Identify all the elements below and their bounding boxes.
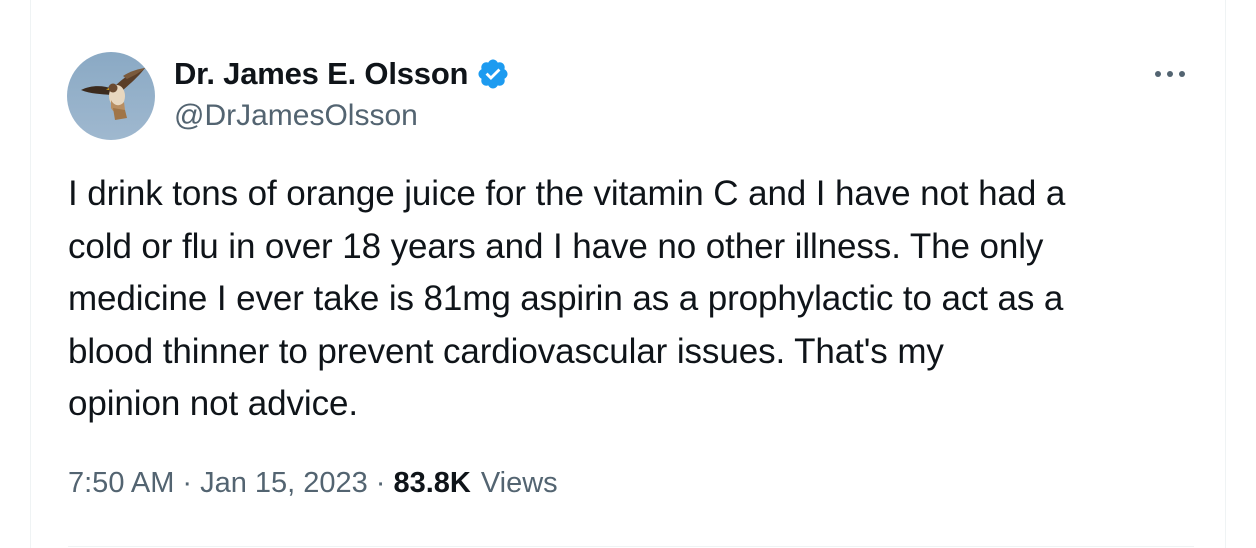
- more-horizontal-icon: [1155, 71, 1185, 77]
- tweet-date[interactable]: Jan 15, 2023: [200, 467, 368, 500]
- divider: [68, 546, 1194, 547]
- author-display-name[interactable]: Dr. James E. Olsson: [174, 56, 468, 92]
- tweet-time[interactable]: 7:50 AM: [68, 467, 174, 500]
- meta-separator: ·: [182, 467, 193, 499]
- author-name-row: Dr. James E. Olsson: [174, 56, 510, 92]
- tweet-metadata: 7:50 AM · Jan 15, 2023 · 83.8K Views: [68, 467, 558, 500]
- views-label[interactable]: Views: [481, 467, 558, 500]
- more-options-button[interactable]: [1148, 60, 1192, 88]
- views-count[interactable]: 83.8K: [393, 467, 470, 500]
- tweet-text: I drink tons of orange juice for the vit…: [68, 174, 1066, 423]
- avatar[interactable]: [67, 52, 155, 140]
- author-handle[interactable]: @DrJamesOlsson: [174, 99, 418, 133]
- hawk-avatar-image: [67, 52, 155, 140]
- meta-separator: ·: [375, 467, 386, 499]
- verified-badge-icon[interactable]: [476, 57, 510, 91]
- tweet-page: Dr. James E. Olsson @DrJamesOlsson I dri…: [0, 0, 1256, 548]
